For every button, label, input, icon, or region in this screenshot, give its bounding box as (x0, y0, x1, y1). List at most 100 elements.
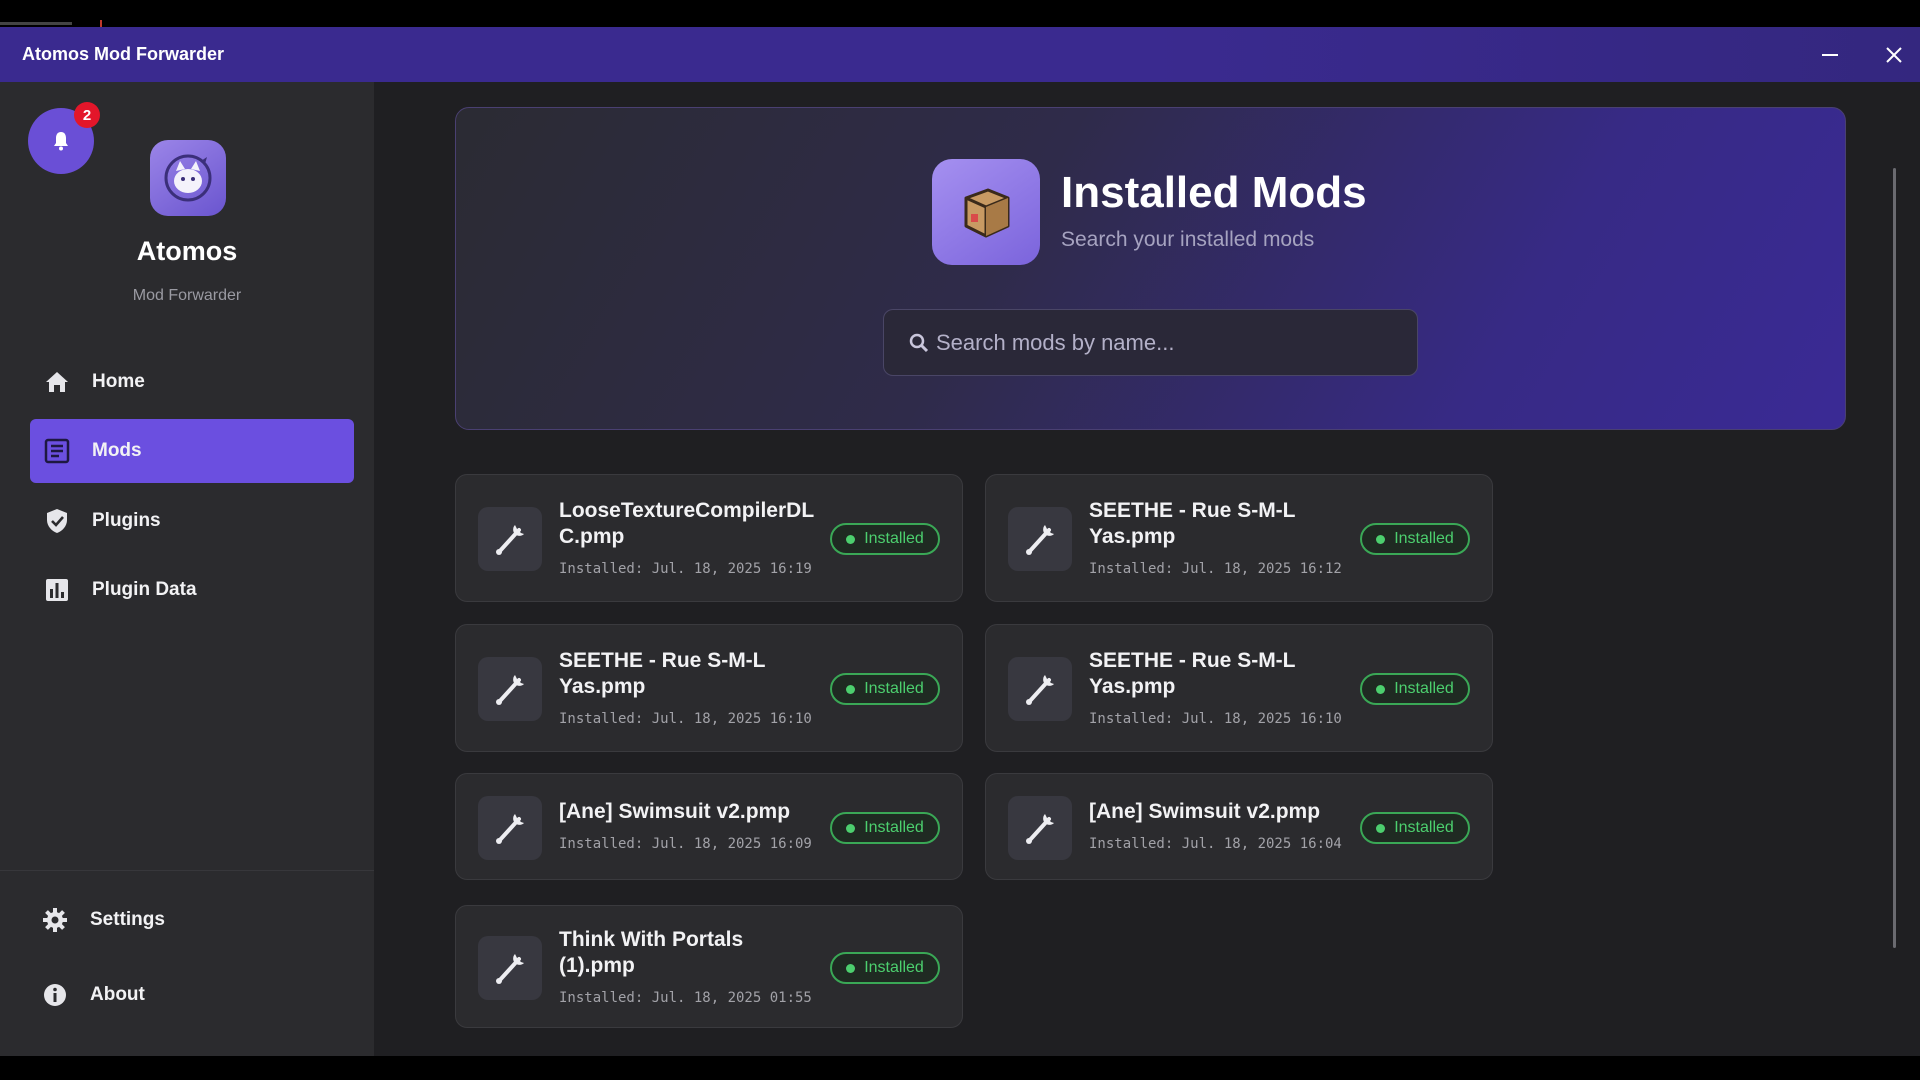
mod-name: [Ane] Swimsuit v2.pmp (559, 799, 829, 825)
nav-plugins[interactable]: Plugins (30, 489, 354, 553)
nav-home[interactable]: Home (30, 350, 354, 414)
status-dot-icon (1376, 823, 1386, 833)
mod-card[interactable]: [Ane] Swimsuit v2.pmp Installed: Jul. 18,… (985, 773, 1493, 880)
mod-install-date: Installed: Jul. 18, 2025 01:55 (559, 990, 812, 1006)
bar-chart-icon (42, 575, 72, 605)
mod-install-date: Installed: Jul. 18, 2025 16:12 (1089, 561, 1342, 577)
title-bar: Atomos Mod Forwarder (0, 27, 1920, 82)
wrench-icon (478, 936, 542, 1000)
mod-card[interactable]: Think With Portals (1).pmp Installed: Jul.… (455, 905, 963, 1028)
status-label: Installed (1394, 680, 1454, 697)
bell-icon (54, 132, 68, 151)
nav-label: Mods (92, 440, 142, 461)
top-strip-mark (0, 22, 72, 25)
wrench-icon (478, 657, 542, 721)
mod-name-line: C.pmp (559, 525, 625, 548)
mod-card[interactable]: [Ane] Swimsuit v2.pmp Installed: Jul. 18,… (455, 773, 963, 880)
nav-label: Settings (90, 909, 165, 930)
wrench-icon (1008, 657, 1072, 721)
status-dot-icon (1376, 684, 1386, 694)
status-badge: Installed (1360, 812, 1470, 844)
search-box[interactable] (883, 309, 1418, 376)
top-strip (0, 0, 1920, 27)
scrollbar[interactable] (1893, 168, 1896, 948)
mod-name: SEETHE - Rue S-M-L Yas.pmp (559, 648, 829, 700)
status-dot-icon (846, 963, 856, 973)
mod-install-date: Installed: Jul. 18, 2025 16:10 (1089, 711, 1342, 727)
bottom-strip (0, 1056, 1920, 1080)
mod-name: SEETHE - Rue S-M-L Yas.pmp (1089, 498, 1359, 550)
mod-name-line: Yas.pmp (1089, 525, 1176, 548)
page-title: Installed Mods (1061, 168, 1367, 217)
mod-install-date: Installed: Jul. 18, 2025 16:10 (559, 711, 812, 727)
mod-name-line: Yas.pmp (559, 675, 646, 698)
mod-name: SEETHE - Rue S-M-L Yas.pmp (1089, 648, 1359, 700)
mod-name-line: Yas.pmp (1089, 675, 1176, 698)
status-label: Installed (1394, 819, 1454, 836)
mod-name-line: [Ane] Swimsuit v2.pmp (559, 800, 791, 823)
atomos-cat-logo-icon (164, 154, 212, 202)
status-dot-icon (846, 684, 856, 694)
page-subtitle: Search your installed mods (1061, 228, 1315, 251)
hero-panel (455, 107, 1846, 430)
app-logo (150, 140, 226, 216)
list-icon (42, 436, 72, 466)
wrench-icon (478, 507, 542, 571)
status-badge: Installed (1360, 673, 1470, 705)
mod-card[interactable]: LooseTextureCompilerDL C.pmp Installed: Ju… (455, 474, 963, 602)
status-dot-icon (1376, 534, 1386, 544)
mod-name-line: (1).pmp (559, 954, 635, 977)
mod-card[interactable]: SEETHE - Rue S-M-L Yas.pmp Installed: Jul.… (985, 624, 1493, 752)
search-icon (908, 332, 930, 354)
mod-name: LooseTextureCompilerDL C.pmp (559, 498, 829, 550)
shield-check-icon (42, 506, 72, 536)
status-badge: Installed (830, 673, 940, 705)
mod-install-date: Installed: Jul. 18, 2025 16:04 (1089, 836, 1342, 852)
mod-name-line: Think With Portals (559, 928, 744, 951)
nav-about[interactable]: About (28, 963, 352, 1027)
mod-install-date: Installed: Jul. 18, 2025 16:09 (559, 836, 812, 852)
mod-name-line: SEETHE - Rue S-M-L (1089, 499, 1296, 522)
nav-label: Plugins (92, 510, 161, 531)
mod-card[interactable]: SEETHE - Rue S-M-L Yas.pmp Installed: Jul.… (985, 474, 1493, 602)
status-dot-icon (846, 534, 856, 544)
app-name: Atomos (136, 236, 238, 266)
top-strip-marker (100, 20, 102, 27)
mod-name-line: [Ane] Swimsuit v2.pmp (1089, 800, 1321, 823)
nav-label: About (90, 984, 145, 1005)
status-badge: Installed (830, 812, 940, 844)
wrench-icon (478, 796, 542, 860)
mod-install-date: Installed: Jul. 18, 2025 16:19 (559, 561, 812, 577)
nav-label: Home (92, 371, 145, 392)
status-badge: Installed (830, 952, 940, 984)
gear-icon (40, 905, 70, 935)
nav-label: Plugin Data (92, 579, 197, 600)
status-badge: Installed (1360, 523, 1470, 555)
minimize-button[interactable] (1800, 27, 1860, 82)
status-badge: Installed (830, 523, 940, 555)
mod-name: Think With Portals (1).pmp (559, 927, 829, 979)
info-icon (40, 980, 70, 1010)
nav-mods[interactable]: Mods (30, 419, 354, 483)
package-box-icon (932, 159, 1040, 265)
sidebar-divider (0, 870, 374, 871)
status-label: Installed (864, 959, 924, 976)
mod-name-line: SEETHE - Rue S-M-L (1089, 649, 1296, 672)
status-label: Installed (864, 819, 924, 836)
notification-count-badge: 2 (74, 102, 100, 128)
nav-plugin-data[interactable]: Plugin Data (30, 558, 354, 622)
status-label: Installed (864, 680, 924, 697)
wrench-icon (1008, 796, 1072, 860)
search-input[interactable] (936, 329, 1417, 356)
status-label: Installed (1394, 530, 1454, 547)
app-subtitle: Mod Forwarder (132, 287, 242, 304)
mod-name-line: SEETHE - Rue S-M-L (559, 649, 766, 672)
wrench-icon (1008, 507, 1072, 571)
mod-name: [Ane] Swimsuit v2.pmp (1089, 799, 1359, 825)
window-title: Atomos Mod Forwarder (22, 44, 225, 64)
close-button[interactable] (1864, 27, 1920, 82)
mod-card[interactable]: SEETHE - Rue S-M-L Yas.pmp Installed: Jul.… (455, 624, 963, 752)
mod-name-line: LooseTextureCompilerDL (559, 499, 815, 522)
close-icon (1886, 46, 1902, 63)
nav-settings[interactable]: Settings (28, 888, 352, 952)
